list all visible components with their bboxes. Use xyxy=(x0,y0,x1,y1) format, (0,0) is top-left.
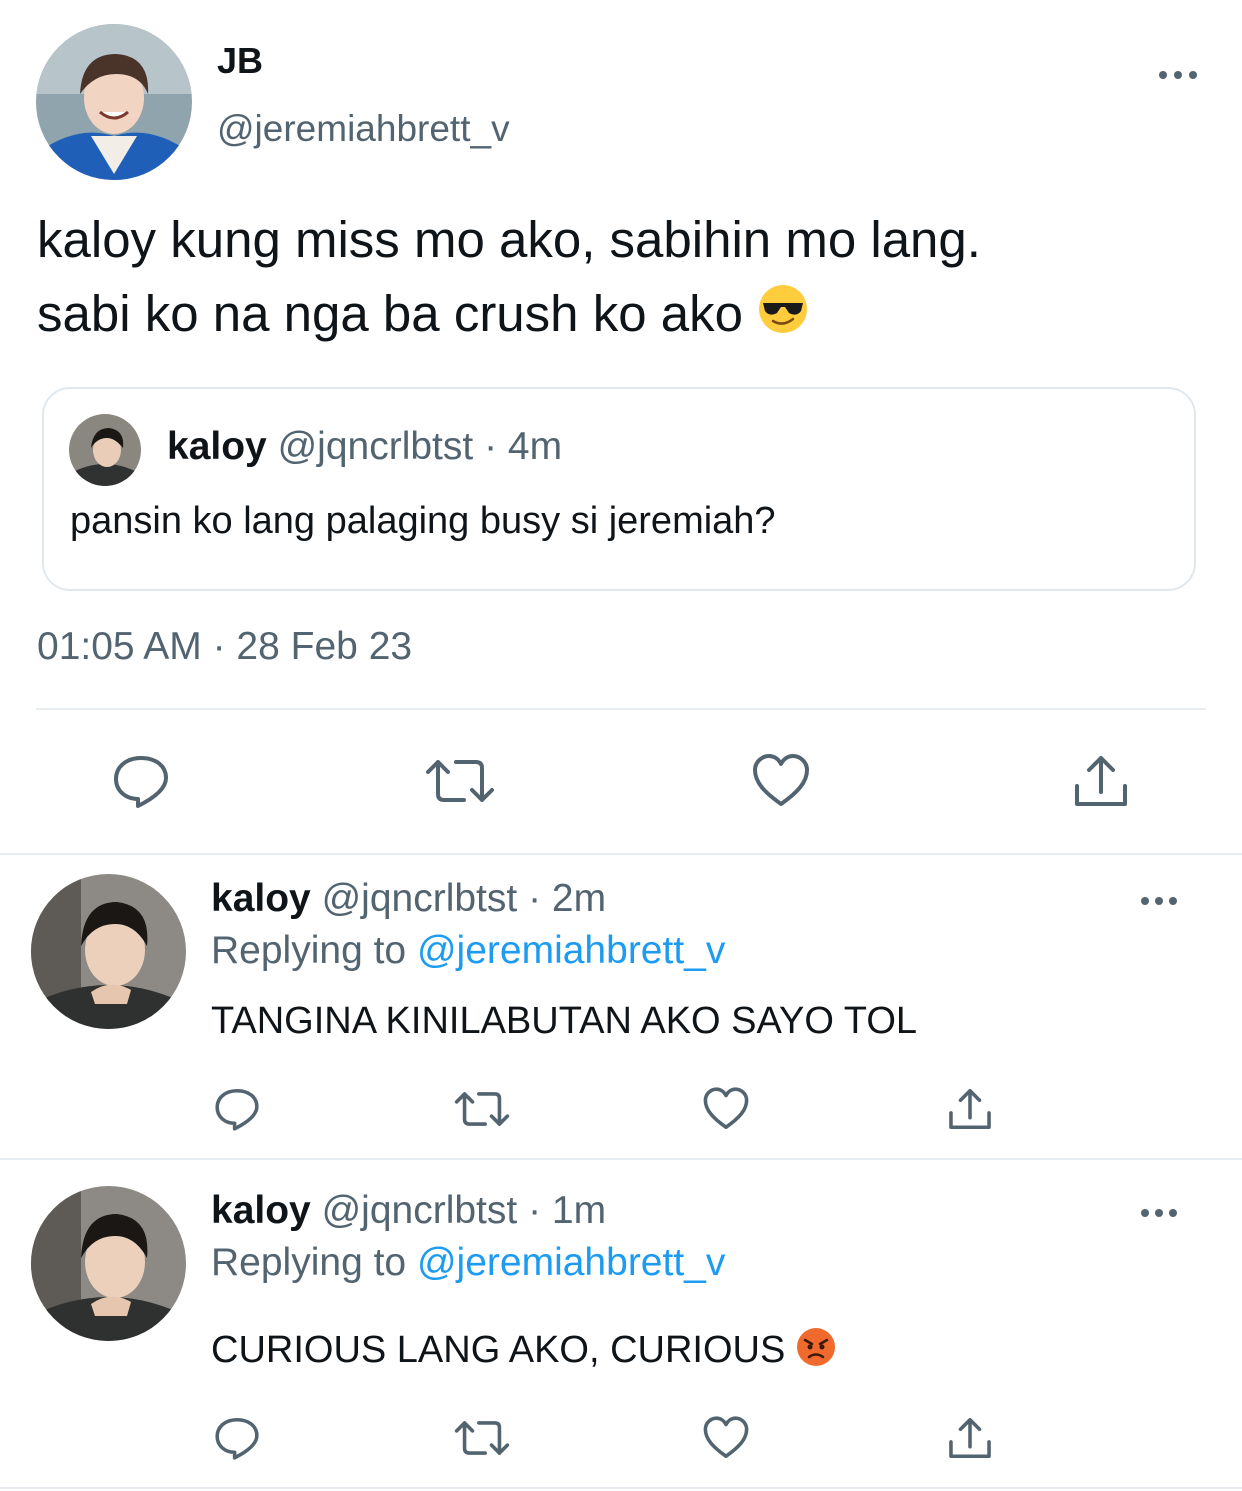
quoted-tweet-header: kaloy @jqncrlbtst · 4m xyxy=(167,425,562,469)
share-icon xyxy=(949,1417,991,1459)
quoted-handle: @jqncrlbtst xyxy=(277,425,474,468)
sunglasses-emoji xyxy=(757,281,809,355)
reply-header: kaloy @jqncrlbtst · 2m xyxy=(211,877,606,921)
heart-icon xyxy=(703,1087,749,1130)
share-icon xyxy=(1075,756,1127,806)
heart-icon xyxy=(703,1416,749,1459)
reply-text-content: CURIOUS LANG AKO, CURIOUS xyxy=(211,1329,786,1372)
retweet-icon xyxy=(426,760,494,802)
angry-face-emoji xyxy=(796,1327,836,1377)
tweet-text: kaloy kung miss mo ako, sabihin mo lang.… xyxy=(37,203,1207,355)
replying-to-label: Replying to xyxy=(211,929,407,972)
share-button[interactable] xyxy=(1072,752,1130,810)
tweet-text-line-2: sabi ko na nga ba crush ko ako xyxy=(37,277,1207,355)
reply-display-name[interactable]: kaloy xyxy=(211,1189,311,1232)
reply-icon xyxy=(114,756,168,808)
share-button[interactable] xyxy=(947,1415,993,1461)
reply-header: kaloy @jqncrlbtst · 1m xyxy=(211,1189,606,1233)
reply-button[interactable] xyxy=(214,1086,260,1132)
more-options-icon[interactable] xyxy=(1141,1206,1181,1218)
heart-icon xyxy=(753,754,809,806)
avatar[interactable] xyxy=(31,1186,186,1341)
user-handle[interactable]: @jeremiahbrett_v xyxy=(217,108,510,150)
replying-to-label: Replying to xyxy=(211,1241,407,1284)
avatar[interactable] xyxy=(31,874,186,1029)
retweet-icon xyxy=(454,1421,510,1455)
share-button[interactable] xyxy=(947,1086,993,1132)
quoted-display-name: kaloy xyxy=(167,425,267,468)
reply-text: CURIOUS LANG AKO, CURIOUS xyxy=(211,1327,836,1377)
avatar xyxy=(69,414,141,486)
like-button[interactable] xyxy=(752,752,810,810)
tweet-text-line-2-text: sabi ko na nga ba crush ko ako xyxy=(37,285,743,342)
reply-handle[interactable]: @jqncrlbtst xyxy=(322,1189,518,1232)
reply-button[interactable] xyxy=(214,1415,260,1461)
reply-time: · 1m xyxy=(528,1189,607,1232)
like-button[interactable] xyxy=(703,1415,749,1461)
replying-to: Replying to @jeremiahbrett_v xyxy=(211,1241,725,1285)
reply-time: · 2m xyxy=(528,877,607,920)
reply-icon xyxy=(215,1417,259,1460)
reply-display-name[interactable]: kaloy xyxy=(211,877,311,920)
divider xyxy=(36,708,1206,710)
like-button[interactable] xyxy=(703,1086,749,1132)
replying-to-handle[interactable]: @jeremiahbrett_v xyxy=(417,929,725,972)
more-options-icon[interactable] xyxy=(1159,68,1199,80)
replying-to-handle[interactable]: @jeremiahbrett_v xyxy=(417,1241,725,1284)
retweet-icon xyxy=(454,1092,510,1126)
display-name[interactable]: JB xyxy=(217,40,263,82)
divider xyxy=(0,853,1242,855)
quoted-tweet[interactable] xyxy=(42,387,1196,591)
share-icon xyxy=(949,1088,991,1130)
retweet-button[interactable] xyxy=(453,1415,511,1461)
replying-to: Replying to @jeremiahbrett_v xyxy=(211,929,725,973)
more-options-icon[interactable] xyxy=(1141,894,1181,906)
avatar[interactable] xyxy=(36,24,192,180)
quoted-time: · 4m xyxy=(484,425,563,468)
divider xyxy=(0,1487,1242,1489)
reply-handle[interactable]: @jqncrlbtst xyxy=(322,877,518,920)
reply-icon xyxy=(215,1088,259,1131)
reply-button[interactable] xyxy=(112,752,170,810)
divider xyxy=(0,1158,1242,1160)
reply-text: TANGINA KINILABUTAN AKO SAYO TOL xyxy=(211,1000,918,1042)
tweet-text-line-1: kaloy kung miss mo ako, sabihin mo lang. xyxy=(37,211,981,268)
tweet-timestamp[interactable]: 01:05 AM · 28 Feb 23 xyxy=(37,625,412,669)
quoted-tweet-text: pansin ko lang palaging busy si jeremiah… xyxy=(70,500,776,542)
retweet-button[interactable] xyxy=(453,1086,511,1132)
retweet-button[interactable] xyxy=(424,752,496,810)
